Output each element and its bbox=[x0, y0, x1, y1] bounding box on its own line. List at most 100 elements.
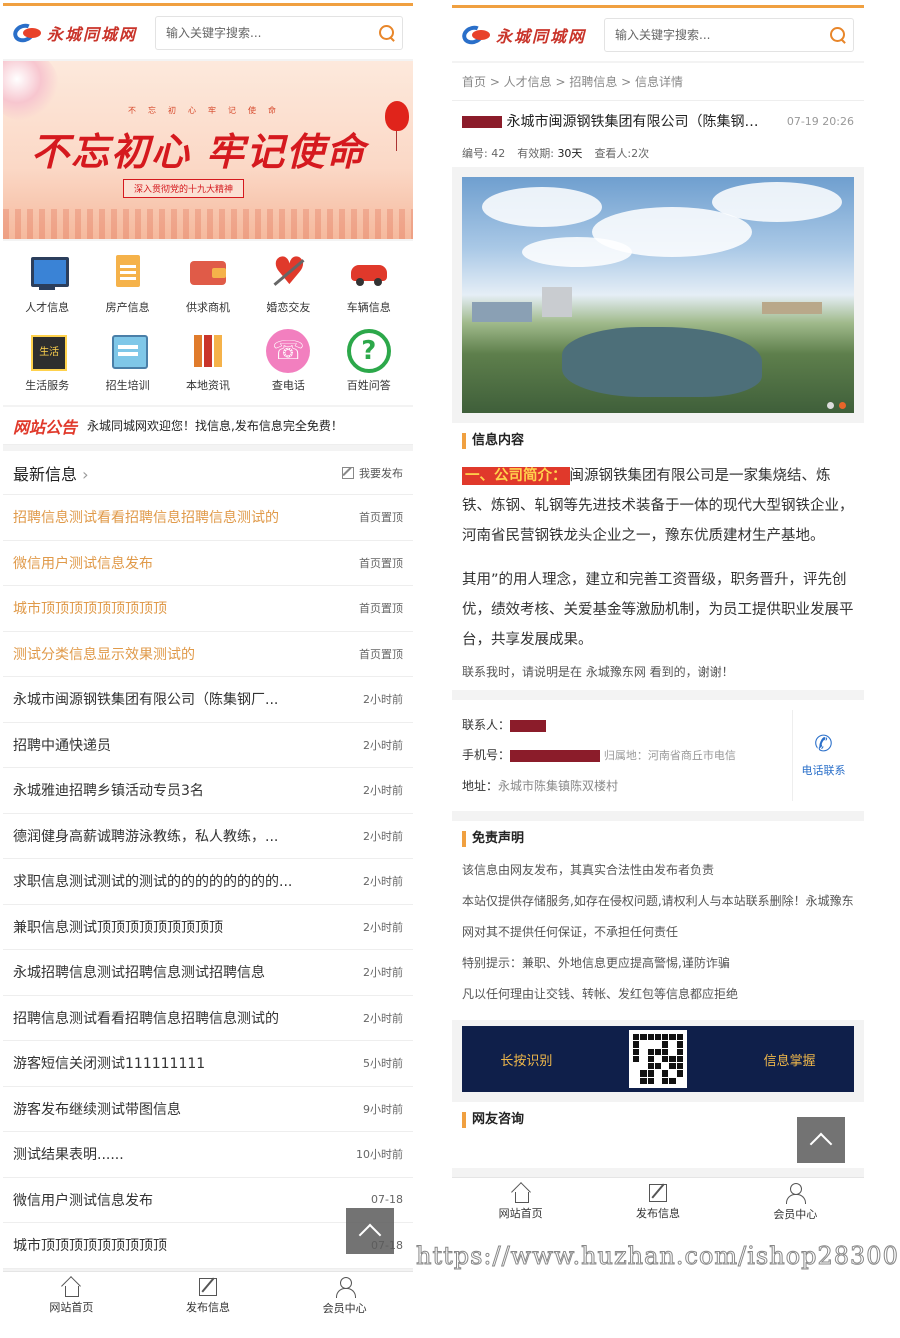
list-item[interactable]: 微信用户测试信息发布 首页置顶 bbox=[3, 541, 413, 586]
list-item[interactable]: 游客短信关闭测试111111111 5小时前 bbox=[3, 1041, 413, 1087]
back-to-top-button[interactable] bbox=[797, 1117, 845, 1163]
list-item[interactable]: 永城招聘信息测试招聘信息测试招聘信息 2小时前 bbox=[3, 950, 413, 996]
search-icon[interactable] bbox=[829, 26, 847, 44]
car-icon bbox=[347, 251, 391, 295]
latest-title[interactable]: 最新信息 bbox=[13, 461, 89, 485]
qr-code-icon bbox=[629, 1030, 687, 1088]
category-talent[interactable]: 人才信息 bbox=[7, 251, 87, 323]
list-item-title: 城市顶顶顶顶顶顶顶顶顶 bbox=[13, 601, 167, 618]
logo-icon bbox=[10, 20, 43, 45]
category-label: 车辆信息 bbox=[346, 301, 391, 314]
list-item-title: 游客发布继续测试带图信息 bbox=[13, 1101, 181, 1118]
category-label: 人才信息 bbox=[25, 301, 70, 314]
list-item-time: 2小时前 bbox=[363, 693, 403, 707]
call-button[interactable]: ✆ 电话联系 bbox=[792, 710, 854, 801]
meta-views-label: 查看人: bbox=[594, 147, 632, 160]
user-icon bbox=[335, 1277, 356, 1298]
category-qa[interactable]: 百姓问答 bbox=[329, 329, 409, 401]
category-label: 房产信息 bbox=[105, 301, 150, 314]
list-item[interactable]: 招聘中通快递员 2小时前 bbox=[3, 723, 413, 768]
list-item-title: 招聘信息测试看看招聘信息招聘信息测试的 bbox=[13, 510, 279, 527]
category-news[interactable]: 本地资讯 bbox=[168, 329, 248, 401]
list-item[interactable]: 永城市闽源钢铁集团有限公司（陈集钢厂... 2小时前 bbox=[3, 677, 413, 723]
banner-slogan: 不忘初心 牢记使命 bbox=[31, 129, 367, 174]
publish-link[interactable]: 我要发布 bbox=[342, 465, 403, 481]
chevron-up-icon bbox=[809, 1132, 833, 1156]
watermark-text: https://www.huzhan.com/ishop28300 bbox=[416, 1242, 899, 1271]
meta-valid: 30天 bbox=[557, 147, 583, 160]
category-phone[interactable]: 查电话 bbox=[248, 329, 328, 401]
tab-label: 网站首页 bbox=[498, 1207, 543, 1220]
list-item[interactable]: 测试结果表明...... 10小时前 bbox=[3, 1132, 413, 1178]
list-item[interactable]: 城市顶顶顶顶顶顶顶顶顶 首页置顶 bbox=[3, 586, 413, 632]
notice-text: 永城同城网欢迎您！找信息,发布信息完全免费！ bbox=[87, 419, 343, 433]
category-training[interactable]: 招生培训 bbox=[87, 329, 167, 401]
search-input[interactable]: 输入关键字搜索... bbox=[155, 15, 403, 50]
tab-home[interactable]: 网站首页 bbox=[452, 1178, 589, 1227]
header: 永城同城网 输入关键字搜索... bbox=[3, 3, 413, 59]
banner[interactable]: 不忘初心牢记使命 不忘初心 牢记使命 深入贯彻党的十九大精神 bbox=[3, 61, 413, 239]
search-placeholder: 输入关键字搜索... bbox=[166, 26, 262, 40]
list-item-time: 2小时前 bbox=[363, 920, 403, 934]
detail-meta: 编号: 42 有效期: 30天 查看人:2次 bbox=[462, 145, 854, 161]
list-item-title: 招聘信息测试看看招聘信息招聘信息测试的 bbox=[13, 1010, 279, 1027]
detail-photo[interactable] bbox=[462, 177, 854, 413]
qr-left-text: 长按识别 bbox=[500, 1053, 553, 1069]
list-item-title: 测试分类信息显示效果测试的 bbox=[13, 646, 195, 663]
list-item[interactable]: 招聘信息测试看看招聘信息招聘信息测试的 2小时前 bbox=[3, 996, 413, 1041]
company-intro-tag: 一、公司简介： bbox=[462, 467, 570, 485]
tab-home[interactable]: 网站首页 bbox=[3, 1272, 140, 1321]
home-screen: 永城同城网 输入关键字搜索... 不忘初心牢记使命 不忘初心 牢记使命 深入贯彻… bbox=[3, 3, 413, 1321]
list-item[interactable]: 德润健身高薪诚聘游泳教练，私人教练，... 2小时前 bbox=[3, 814, 413, 859]
site-logo[interactable]: 永城同城网 bbox=[459, 22, 594, 47]
logo-text: 永城同城网 bbox=[496, 26, 587, 46]
category-house[interactable]: 房产信息 bbox=[87, 251, 167, 323]
list-item-time: 10小时前 bbox=[356, 1148, 403, 1162]
category-vehicle[interactable]: 车辆信息 bbox=[329, 251, 409, 323]
breadcrumb[interactable]: 首页 > 人才信息 > 招聘信息 > 信息详情 bbox=[452, 63, 864, 101]
disclaimer-line: 本站仅提供存储服务,如存在侵权问题,请权利人与本站联系删除！永城豫东网对其不提供… bbox=[462, 894, 854, 939]
category-life[interactable]: 生活服务 bbox=[7, 329, 87, 401]
wallet-icon bbox=[186, 251, 230, 295]
phone-belong: 归属地：河南省商丘市电信 bbox=[603, 749, 736, 762]
tab-publish[interactable]: 发布信息 bbox=[140, 1272, 277, 1321]
back-to-top-button[interactable] bbox=[346, 1208, 394, 1254]
edit-icon bbox=[342, 466, 354, 479]
disclaimer-header: 免责声明 bbox=[462, 831, 854, 847]
search-icon[interactable] bbox=[378, 24, 396, 42]
tab-publish[interactable]: 发布信息 bbox=[589, 1178, 726, 1227]
disclaimer-section: 免责声明 该信息由网友发布，其真实合法性由发布者负责 本站仅提供存储服务,如存在… bbox=[452, 821, 864, 1020]
list-item[interactable]: 测试分类信息显示效果测试的 首页置顶 bbox=[3, 632, 413, 677]
content-paragraph-2: 其用”的用人理念，建立和完善工资晋级，职务晋升，评先创优，绩效考核、关爱基金等激… bbox=[462, 572, 854, 648]
list-item-title: 招聘中通快递员 bbox=[13, 737, 111, 754]
search-input[interactable]: 输入关键字搜索... bbox=[604, 17, 854, 52]
list-item[interactable]: 招聘信息测试看看招聘信息招聘信息测试的 首页置顶 bbox=[3, 495, 413, 541]
category-dating[interactable]: 婚恋交友 bbox=[248, 249, 328, 323]
address-value: 永城市陈集镇陈双楼村 bbox=[498, 779, 619, 793]
content-body-2: 其用”的用人理念，建立和完善工资晋级，职务晋升，评先创优，绩效考核、关爱基金等激… bbox=[462, 565, 854, 655]
list-item[interactable]: 求职信息测试测试的测试的的的的的的的的... 2小时前 bbox=[3, 859, 413, 905]
category-supply[interactable]: 供求商机 bbox=[168, 251, 248, 323]
tab-label: 发布信息 bbox=[186, 1301, 230, 1314]
tab-member[interactable]: 会员中心 bbox=[276, 1272, 413, 1321]
site-logo[interactable]: 永城同城网 bbox=[10, 20, 145, 45]
list-item-time: 首页置顶 bbox=[359, 602, 403, 616]
disclaimer-line: 特别提示：兼职、外地信息更应提高警惕,谨防诈骗 bbox=[462, 956, 730, 970]
address-label: 地址： bbox=[462, 779, 499, 793]
publish-label: 我要发布 bbox=[359, 466, 403, 480]
list-item-time: 2小时前 bbox=[363, 784, 403, 798]
redaction-mark bbox=[462, 116, 502, 128]
disclaimer-line: 凡以任何理由让交钱、转帐、发红包等信息都应拒绝 bbox=[462, 987, 739, 1001]
life-service-icon bbox=[25, 329, 69, 373]
tab-member[interactable]: 会员中心 bbox=[727, 1178, 864, 1227]
detail-time: 07-19 20:26 bbox=[786, 114, 854, 128]
list-item[interactable]: 游客发布继续测试带图信息 9小时前 bbox=[3, 1087, 413, 1132]
list-item-title: 兼职信息测试顶顶顶顶顶顶顶顶顶 bbox=[13, 919, 223, 936]
site-notice[interactable]: 网站公告 永城同城网欢迎您！找信息,发布信息完全免费！ bbox=[3, 407, 413, 445]
latest-list: 招聘信息测试看看招聘信息招聘信息测试的 首页置顶 微信用户测试信息发布 首页置顶 城市顶… bbox=[3, 495, 413, 1269]
list-item-time: 2小时前 bbox=[363, 738, 403, 752]
list-item[interactable]: 永城雅迪招聘乡镇活动专员3名 2小时前 bbox=[3, 768, 413, 814]
qr-banner[interactable]: 长按识别 信息掌握 bbox=[462, 1026, 854, 1092]
city-skyline bbox=[3, 209, 413, 239]
list-item[interactable]: 兼职信息测试顶顶顶顶顶顶顶顶顶 2小时前 bbox=[3, 905, 413, 950]
